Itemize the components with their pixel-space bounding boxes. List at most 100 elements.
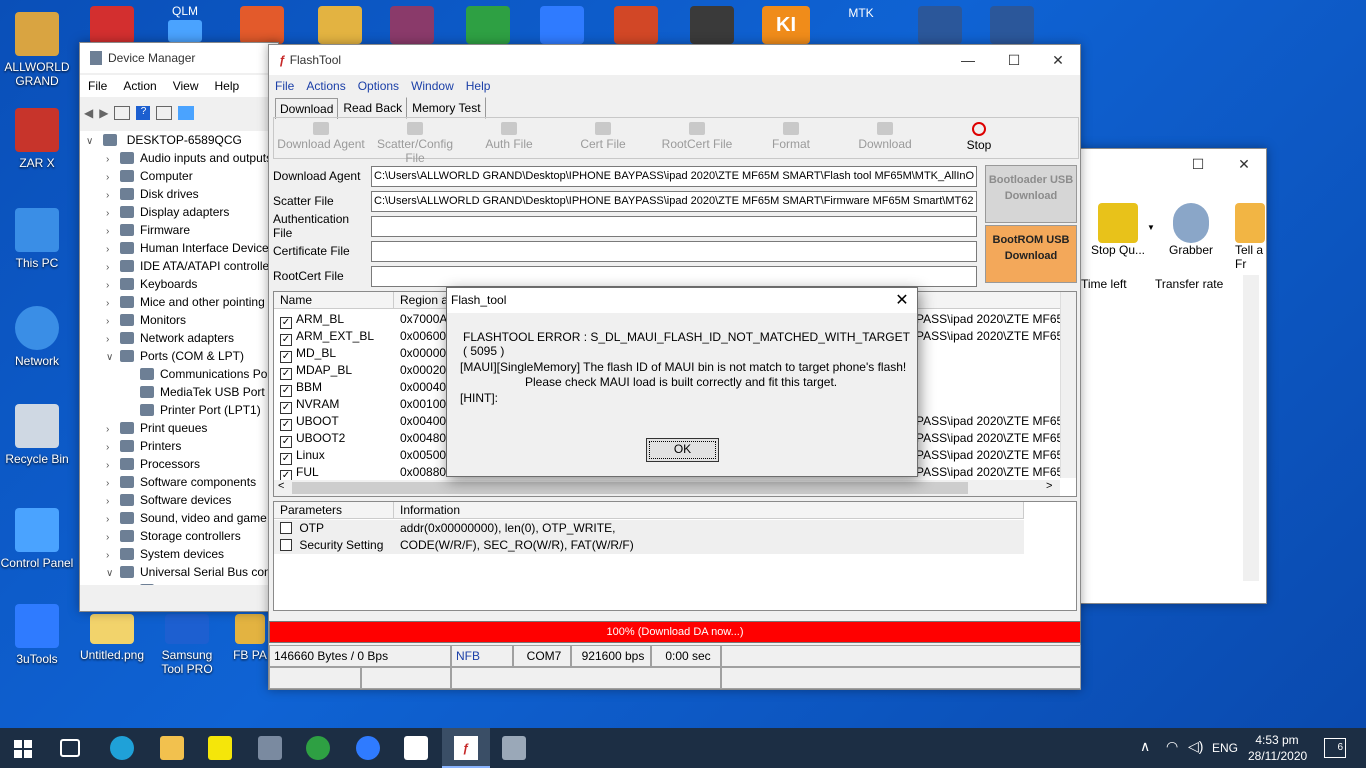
- device-category[interactable]: Communications Port (COM1): [80, 365, 278, 383]
- security-setting-checkbox[interactable]: [280, 539, 292, 551]
- vertical-scrollbar[interactable]: [1060, 292, 1076, 478]
- auth-file-field[interactable]: [371, 215, 977, 237]
- menu-actions[interactable]: Actions: [300, 79, 351, 93]
- ok-button[interactable]: OK: [646, 438, 719, 462]
- cert-file-field[interactable]: [371, 240, 977, 262]
- folder-icon[interactable]: [318, 6, 362, 44]
- grabber-button[interactable]: Grabber: [1161, 203, 1221, 257]
- device-category[interactable]: › Software devices: [80, 491, 278, 509]
- tab-memory-test[interactable]: Memory Test: [407, 97, 486, 119]
- device-category[interactable]: › Network adapters: [80, 329, 278, 347]
- horizontal-scrollbar[interactable]: < >: [274, 480, 1060, 496]
- menu-view[interactable]: View: [165, 79, 207, 93]
- device-category[interactable]: › Storage controllers: [80, 527, 278, 545]
- menu-window[interactable]: Window: [405, 79, 460, 93]
- scrollbar[interactable]: [1243, 275, 1259, 581]
- scatter-config-button[interactable]: Scatter/Config File: [368, 118, 462, 165]
- device-category[interactable]: › Software components: [80, 473, 278, 491]
- device-category[interactable]: › Disk drives: [80, 185, 278, 203]
- wifi-icon[interactable]: ◠: [1166, 738, 1178, 755]
- desktop-icon-fb-pa[interactable]: FB PA: [232, 614, 268, 662]
- parameters-list[interactable]: Parameters Information OTP addr(0x000000…: [273, 501, 1077, 611]
- device-category[interactable]: Printer Port (LPT1): [80, 401, 278, 419]
- rootcert-file-button[interactable]: RootCert File: [650, 118, 744, 158]
- powerpoint-icon[interactable]: [614, 6, 658, 44]
- maximize-icon[interactable]: ☐: [991, 45, 1037, 75]
- desktop-icon-control-panel[interactable]: Control Panel: [0, 508, 74, 570]
- help-icon[interactable]: ?: [136, 106, 151, 120]
- device-category[interactable]: › Monitors: [80, 311, 278, 329]
- stop-queue-button[interactable]: Stop Qu...: [1079, 203, 1157, 257]
- menu-action[interactable]: Action: [115, 79, 164, 93]
- flashtool-taskbar-button[interactable]: ƒ: [442, 728, 490, 768]
- desktop-icon-zarx[interactable]: ZAR X: [0, 108, 74, 170]
- desktop-icon-this-pc[interactable]: This PC: [0, 208, 74, 270]
- error-dialog[interactable]: Flash_tool ✕ FLASHTOOL ERROR : S_DL_MAUI…: [446, 287, 918, 477]
- device-category[interactable]: ›Mice and other pointing devices: [80, 293, 278, 311]
- winrar-icon[interactable]: [390, 6, 434, 44]
- device-category[interactable]: Intel(R) USB 3.0 eXtensible Host Control…: [80, 581, 278, 585]
- show-hidden-icons[interactable]: ∧: [1140, 738, 1150, 755]
- word-doc-icon-2[interactable]: [990, 6, 1034, 44]
- settings-tool-icon[interactable]: [258, 736, 282, 760]
- device-category[interactable]: ∨ Ports (COM & LPT): [80, 347, 278, 365]
- store-icon[interactable]: [240, 6, 284, 44]
- device-category[interactable]: › IDE ATA/ATAPI controllers: [80, 257, 278, 275]
- back-arrow-icon[interactable]: ◀: [84, 106, 93, 120]
- tell-friend-button[interactable]: Tell a Fr: [1235, 203, 1275, 271]
- ki-icon[interactable]: KI: [762, 6, 810, 44]
- notification-center-icon[interactable]: 6: [1324, 738, 1346, 758]
- auth-file-button[interactable]: Auth File: [462, 118, 556, 158]
- menu-file[interactable]: File: [80, 79, 115, 93]
- device-tree[interactable]: ∨ DESKTOP-6589QCG › Audio inputs and outp…: [80, 131, 278, 585]
- device-category[interactable]: › Firmware: [80, 221, 278, 239]
- device-category[interactable]: › Printers: [80, 437, 278, 455]
- param-row-security[interactable]: Security Setting CODE(W/R/F), SEC_RO(W/R…: [274, 537, 1024, 554]
- menu-file[interactable]: File: [269, 79, 300, 93]
- device-category[interactable]: › Audio inputs and outputs: [80, 149, 278, 167]
- desktop-icon-samsung-tool[interactable]: Samsung Tool PRO: [150, 614, 224, 676]
- idm-icon[interactable]: [540, 6, 584, 44]
- cert-file-button[interactable]: Cert File: [556, 118, 650, 158]
- download-agent-button[interactable]: Download Agent: [274, 118, 368, 158]
- download-button[interactable]: Download: [838, 118, 932, 158]
- stop-button[interactable]: Stop: [932, 118, 1026, 158]
- device-category[interactable]: › Print queues: [80, 419, 278, 437]
- edge-icon[interactable]: [110, 736, 134, 760]
- param-row-otp[interactable]: OTP addr(0x00000000), len(0), OTP_WRITE,: [274, 520, 1024, 537]
- device-category[interactable]: ›Sound, video and game controllers: [80, 509, 278, 527]
- chrome-icon[interactable]: [306, 736, 330, 760]
- qlm-icon[interactable]: QLM: [160, 4, 210, 44]
- download-agent-field[interactable]: C:\Users\ALLWORLD GRAND\Desktop\IPHONE B…: [371, 165, 977, 187]
- menu-help[interactable]: Help: [207, 79, 248, 93]
- device-manager-window[interactable]: Device Manager File Action View Help ◀ ▶…: [79, 42, 279, 612]
- security-shield-icon[interactable]: [404, 736, 428, 760]
- desktop-icon-recycle-bin[interactable]: Recycle Bin: [0, 404, 74, 466]
- device-category[interactable]: › Computer: [80, 167, 278, 185]
- tab-download[interactable]: Download: [275, 98, 339, 119]
- view-icon[interactable]: [156, 106, 173, 120]
- clock[interactable]: 4:53 pm 28/11/2020: [1248, 732, 1307, 764]
- device-manager-taskbar-icon[interactable]: [502, 736, 526, 760]
- bootrom-usb-download-button[interactable]: BootROM USB Download: [985, 225, 1077, 283]
- volume-icon[interactable]: ◁): [1188, 738, 1203, 755]
- device-category[interactable]: › Processors: [80, 455, 278, 473]
- format-button[interactable]: Format: [744, 118, 838, 158]
- acrobat-icon[interactable]: [90, 6, 134, 44]
- maximize-icon[interactable]: ☐: [1175, 149, 1221, 179]
- close-icon[interactable]: ✕: [887, 288, 917, 313]
- forward-arrow-icon[interactable]: ▶: [99, 106, 108, 120]
- column-header-parameters[interactable]: Parameters: [274, 502, 394, 519]
- dropdown-arrow-icon[interactable]: ▼: [1147, 223, 1155, 232]
- desktop-icon-untitled-png[interactable]: Untitled.png: [75, 614, 149, 662]
- device-category[interactable]: MediaTek USB Port (COM7): [80, 383, 278, 401]
- word-doc-icon[interactable]: [918, 6, 962, 44]
- close-icon[interactable]: ✕: [1035, 45, 1081, 75]
- task-view-icon[interactable]: [60, 739, 80, 757]
- column-header-name[interactable]: Name: [274, 292, 394, 309]
- menu-help[interactable]: Help: [460, 79, 497, 93]
- device-icon[interactable]: [690, 6, 734, 44]
- background-window[interactable]: ☐ ✕ Stop Qu... ▼ Grabber Tell a Fr Time …: [1074, 148, 1267, 604]
- sticky-notes-icon[interactable]: [208, 736, 232, 760]
- device-category[interactable]: › Keyboards: [80, 275, 278, 293]
